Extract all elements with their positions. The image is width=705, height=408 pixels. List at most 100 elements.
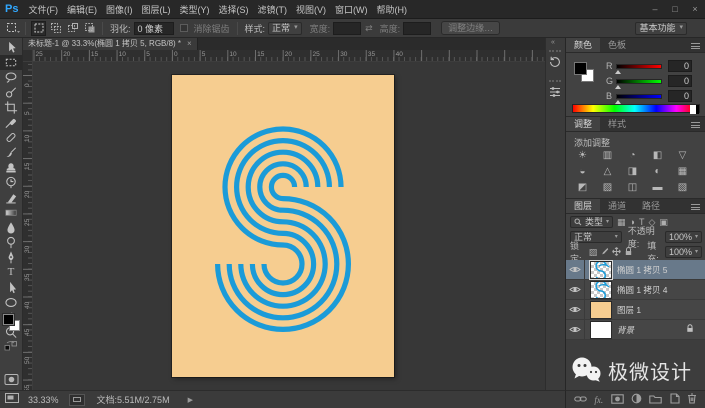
menu-item[interactable]: 图层(L)	[141, 3, 170, 16]
hue-saturation-icon[interactable]: ◒	[574, 165, 591, 178]
add-mask-icon[interactable]	[610, 393, 624, 406]
menu-item[interactable]: 编辑(E)	[67, 3, 97, 16]
foreground-color-swatch[interactable]	[574, 62, 587, 75]
selective-color-icon[interactable]: ▧	[674, 181, 691, 194]
width-input[interactable]	[333, 21, 362, 35]
status-options-arrow[interactable]: ▶	[188, 396, 193, 404]
lock-pixels-icon[interactable]	[600, 247, 609, 258]
layer-name[interactable]: 背景	[617, 324, 634, 336]
slider-thumb[interactable]	[615, 84, 621, 89]
threshold-icon[interactable]: ◫	[624, 181, 641, 194]
tab-layers[interactable]: 图层	[566, 199, 601, 213]
posterize-icon[interactable]: ▨	[599, 181, 616, 194]
lock-transparency-icon[interactable]: ▨	[589, 247, 598, 258]
crop-tool[interactable]	[0, 100, 22, 115]
new-layer-icon[interactable]	[670, 393, 680, 406]
intersect-selection-mode[interactable]	[82, 21, 97, 36]
tab-channels[interactable]: 通道	[600, 199, 634, 213]
expand-dock-icon[interactable]: «	[551, 39, 555, 46]
new-selection-mode[interactable]	[31, 20, 46, 36]
lock-all-icon[interactable]	[624, 246, 633, 258]
green-channel-slider[interactable]	[615, 78, 662, 89]
brush-tool[interactable]	[0, 145, 22, 160]
type-tool[interactable]: T	[0, 265, 22, 280]
menu-item[interactable]: 图像(I)	[106, 3, 133, 16]
history-panel-icon[interactable]	[547, 54, 563, 70]
slider-thumb[interactable]	[615, 99, 621, 104]
ellipse-shape-tool[interactable]	[0, 295, 22, 310]
menu-item[interactable]: 类型(Y)	[179, 3, 209, 16]
document-tab[interactable]: 未标题-1 @ 33.3%(椭圆 1 拷贝 5, RGB/8) * ×	[23, 38, 198, 50]
layer-thumbnail[interactable]	[590, 260, 612, 279]
tab-adjustments[interactable]: 调整	[566, 117, 601, 131]
fill-select[interactable]: 100% ▾	[664, 246, 702, 258]
add-to-selection-mode[interactable]	[48, 21, 63, 36]
dodge-tool[interactable]	[0, 235, 22, 250]
quick-selection-tool[interactable]	[0, 85, 22, 100]
properties-panel-icon[interactable]	[547, 84, 563, 100]
tab-styles[interactable]: 样式	[600, 117, 634, 131]
menu-item[interactable]: 视图(V)	[296, 3, 326, 16]
vertical-ruler[interactable]: 0 5 10 15 20 25 30 35 40 45 50 55	[23, 62, 33, 390]
tab-paths[interactable]: 路径	[634, 199, 668, 213]
invert-icon[interactable]: ◩	[574, 181, 591, 194]
lock-position-icon[interactable]	[612, 246, 622, 258]
panel-menu-icon[interactable]	[691, 122, 700, 128]
layer-visibility-toggle[interactable]	[566, 299, 585, 320]
anti-alias-checkbox[interactable]	[179, 24, 188, 32]
menu-item[interactable]: 滤镜(T)	[257, 3, 287, 16]
dock-drag-handle[interactable]	[549, 80, 561, 82]
exposure-icon[interactable]: ◧	[649, 149, 666, 162]
menu-item[interactable]: 帮助(H)	[376, 3, 407, 16]
link-layers-icon[interactable]	[574, 394, 587, 406]
layer-name[interactable]: 椭圆 1 拷贝 4	[617, 284, 668, 296]
status-chip[interactable]	[68, 393, 85, 406]
tab-swatches[interactable]: 色板	[600, 38, 634, 52]
gradient-map-icon[interactable]: ▬	[649, 181, 666, 194]
workspace-select[interactable]: 基本功能 ▾	[635, 21, 687, 35]
black-swatch[interactable]	[696, 105, 699, 114]
color-balance-icon[interactable]: △	[599, 165, 616, 178]
swap-colors-icon[interactable]	[0, 340, 22, 352]
layer-thumbnail[interactable]	[590, 280, 612, 299]
quick-mask-button[interactable]	[3, 372, 20, 389]
layer-name[interactable]: 图层 1	[617, 304, 641, 316]
menu-item[interactable]: 选择(S)	[218, 3, 248, 16]
screen-mode-icon[interactable]	[4, 392, 20, 407]
red-channel-value[interactable]: 0	[668, 60, 692, 72]
channel-mixer-icon[interactable]: ▦	[674, 165, 691, 178]
delete-layer-icon[interactable]	[687, 393, 697, 406]
layer-row[interactable]: 背景	[566, 319, 705, 340]
height-input[interactable]	[403, 21, 432, 35]
eyedropper-tool[interactable]	[0, 115, 22, 130]
move-tool[interactable]	[0, 40, 22, 55]
pixel-layer-filter-icon[interactable]: ▦	[617, 217, 626, 228]
layer-visibility-toggle[interactable]	[566, 279, 585, 300]
subtract-from-selection-mode[interactable]	[65, 21, 80, 36]
foreground-color-swatch[interactable]	[2, 313, 15, 326]
panel-menu-icon[interactable]	[691, 43, 700, 49]
layer-row[interactable]: 图层 1	[566, 299, 705, 320]
blue-channel-value[interactable]: 0	[668, 90, 692, 102]
tab-close-icon[interactable]: ×	[187, 38, 192, 50]
tool-preset-picker[interactable]	[5, 21, 20, 36]
vibrance-icon[interactable]: ▽	[674, 149, 691, 162]
refine-edge-button[interactable]: 调整边缘…	[441, 21, 501, 35]
path-selection-tool[interactable]	[0, 280, 22, 295]
restore-button[interactable]: □	[665, 4, 685, 14]
canvas-pasteboard[interactable]	[33, 62, 545, 390]
style-select[interactable]: 正常 ▾	[268, 21, 302, 35]
zoom-level-field[interactable]: 33.33%	[28, 395, 59, 405]
black-white-icon[interactable]: ◨	[624, 165, 641, 178]
tab-color[interactable]: 颜色	[566, 38, 601, 52]
red-channel-slider[interactable]	[615, 63, 662, 74]
slider-thumb[interactable]	[615, 69, 621, 74]
layer-filter-select[interactable]: 类型 ▾	[570, 216, 614, 228]
layer-visibility-toggle[interactable]	[566, 259, 585, 280]
dock-drag-handle[interactable]	[549, 50, 561, 52]
layer-thumbnail[interactable]	[590, 300, 612, 319]
minimize-button[interactable]: –	[645, 4, 665, 14]
layer-style-icon[interactable]: fx.	[594, 395, 603, 405]
blue-channel-slider[interactable]	[615, 93, 662, 104]
history-brush-tool[interactable]	[0, 175, 22, 190]
